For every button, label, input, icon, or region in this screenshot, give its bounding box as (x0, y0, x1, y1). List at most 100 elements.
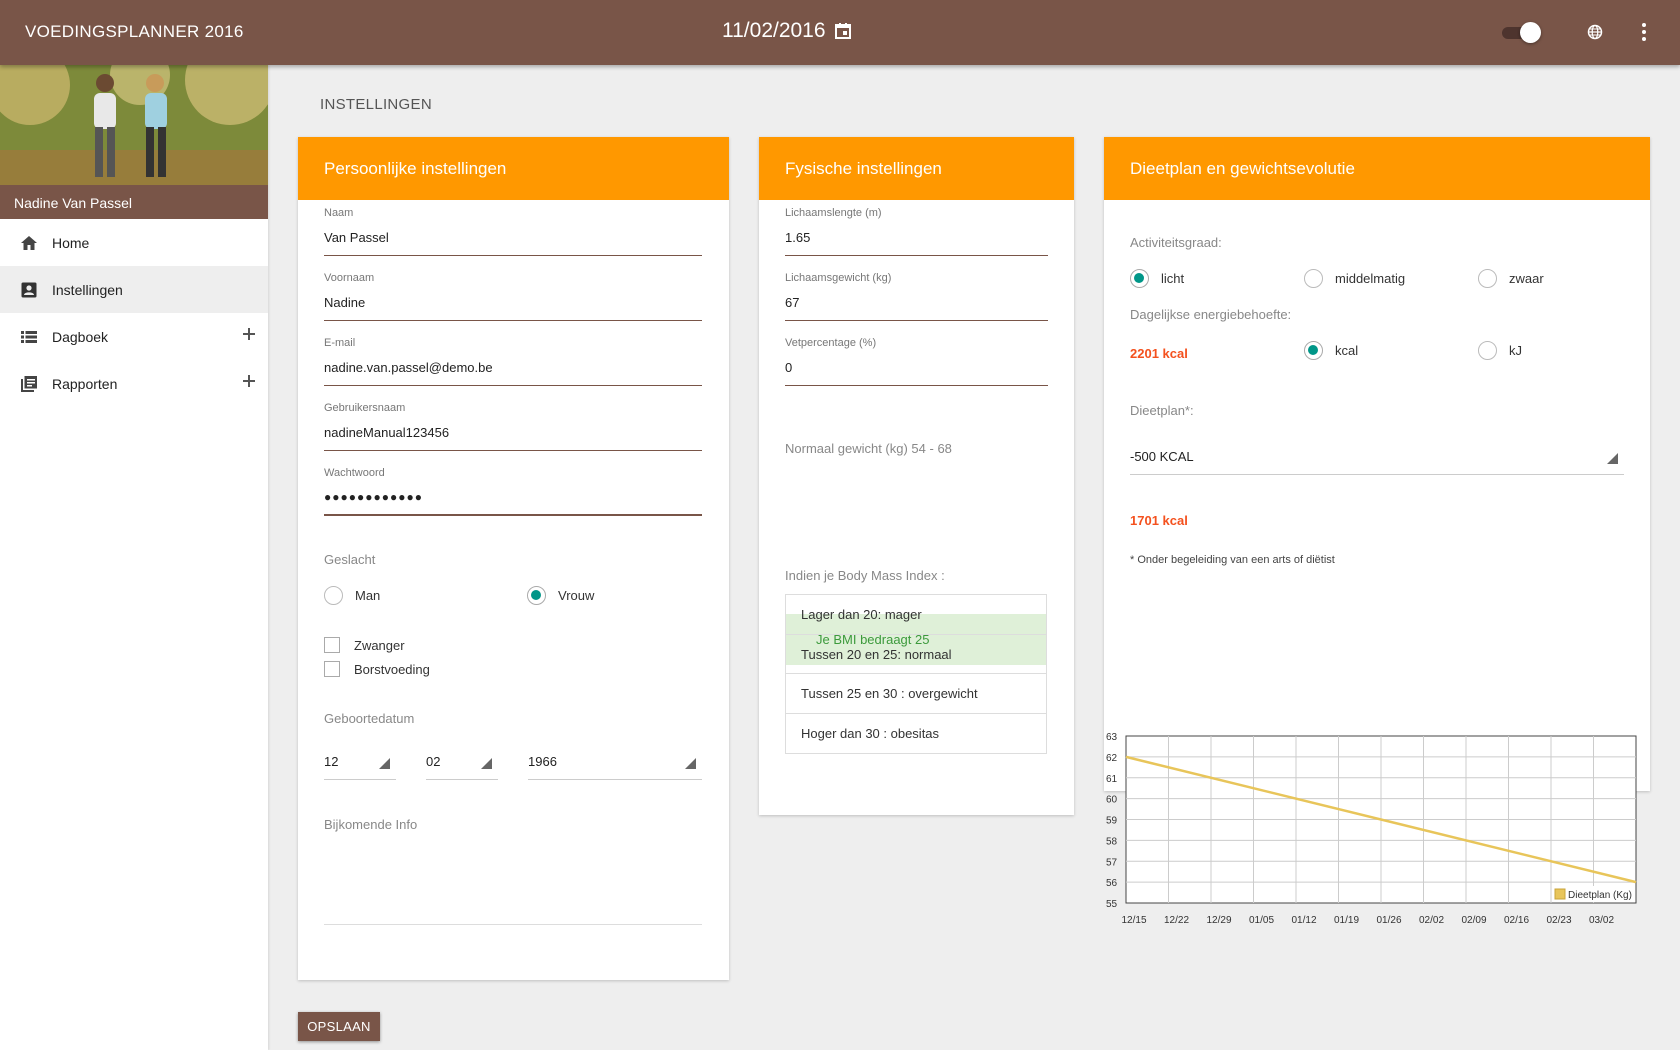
list-item: Lager dan 20: mager (786, 595, 1046, 635)
activity-radio-middelmatig[interactable]: middelmatig (1304, 269, 1405, 288)
field-label: Naam (324, 207, 354, 219)
lastname-input[interactable]: Van Passel (324, 230, 702, 256)
x-tick-label: 02/23 (1546, 915, 1571, 926)
unit-radio-kcal[interactable]: kcal (1304, 341, 1358, 360)
radio-label: kJ (1509, 343, 1522, 358)
y-tick-label: 62 (1106, 753, 1118, 764)
radio-circle[interactable] (527, 586, 546, 605)
dietplan-result: 1701 kcal (1130, 513, 1188, 528)
sidebar-item-label: Instellingen (52, 281, 123, 298)
sidebar-item-dagboek[interactable]: Dagboek (0, 313, 268, 360)
profile-name: Nadine Van Passel (0, 185, 268, 219)
radio-circle[interactable] (1304, 269, 1323, 288)
birth-year-select[interactable]: 1966 (528, 754, 702, 780)
sidebar-item-label: Dagboek (52, 328, 109, 345)
field-label: E-mail (324, 337, 356, 349)
energy-value: 2201 kcal (1130, 346, 1188, 361)
activity-radio-zwaar[interactable]: zwaar (1478, 269, 1544, 288)
activity-radio-licht[interactable]: licht (1130, 269, 1184, 288)
radio-circle[interactable] (1478, 341, 1497, 360)
checkbox-box[interactable] (324, 637, 340, 653)
dietplan-label: Dieetplan*: (1130, 403, 1194, 418)
checkbox-label: Zwanger (354, 637, 405, 653)
weight-field: Lichaamsgewicht (kg) 67 (785, 272, 1048, 321)
globe-icon[interactable] (1587, 24, 1603, 40)
x-tick-label: 02/16 (1504, 915, 1529, 926)
gender-radio-vrouw[interactable]: Vrouw (527, 586, 594, 605)
bmi-intro: Indien je Body Mass Index : (785, 568, 945, 583)
bmi-range-list: Lager dan 20: mager Tussen 20 en 25: nor… (785, 594, 1047, 754)
app-title: VOEDINGSPLANNER 2016 (25, 22, 244, 41)
radio-circle[interactable] (324, 586, 343, 605)
list-item: Hoger dan 30 : obesitas (801, 725, 940, 741)
dietplan-select[interactable]: -500 KCAL (1130, 449, 1624, 475)
extra-info-label: Bijkomende Info (324, 817, 418, 832)
save-button[interactable]: OPSLAAN (298, 1012, 380, 1041)
y-tick-label: 55 (1106, 899, 1118, 910)
x-tick-label: 02/02 (1419, 915, 1444, 926)
radio-label: kcal (1335, 343, 1359, 358)
radio-circle[interactable] (1304, 341, 1323, 360)
current-date[interactable]: 11/02/2016 (722, 19, 826, 43)
username-field: Gebruikersnaam nadineManual123456 (324, 402, 702, 451)
calendar-icon[interactable] (834, 22, 852, 40)
y-tick-label: 60 (1106, 795, 1118, 806)
home-icon (20, 234, 38, 252)
height-input[interactable]: 1.65 (785, 230, 1048, 256)
field-label: Wachtwoord (324, 467, 385, 479)
x-tick-label: 12/15 (1121, 915, 1146, 926)
sidebar-item-home[interactable]: Home (0, 219, 268, 266)
gender-label: Geslacht (324, 552, 376, 567)
y-tick-label: 57 (1106, 857, 1118, 868)
extra-info-textarea[interactable] (324, 837, 702, 925)
dropdown-arrow-icon (685, 758, 696, 769)
radio-circle[interactable] (1478, 269, 1497, 288)
select-value: 1966 (528, 754, 557, 769)
field-label: Voornaam (324, 272, 375, 284)
gender-radio-man[interactable]: Man (324, 586, 380, 605)
password-input[interactable]: ●●●●●●●●●●●● (324, 490, 702, 516)
theme-toggle[interactable] (1500, 22, 1541, 43)
x-tick-label: 01/26 (1376, 915, 1401, 926)
expand-plus-icon[interactable] (242, 374, 256, 388)
checkbox-box[interactable] (324, 661, 340, 677)
radio-label: licht (1161, 271, 1185, 286)
radio-circle[interactable] (1130, 269, 1149, 288)
select-value: 02 (426, 754, 441, 769)
dietplan-footnote: * Onder begeleiding van een arts of diët… (1130, 554, 1335, 566)
x-tick-label: 01/12 (1291, 915, 1316, 926)
weight-input[interactable]: 67 (785, 295, 1048, 321)
x-tick-label: 02/09 (1461, 915, 1486, 926)
sidebar-item-rapporten[interactable]: Rapporten (0, 360, 268, 407)
pregnant-checkbox[interactable]: Zwanger (324, 637, 405, 653)
list-item: Tussen 25 en 30 : overgewicht (786, 674, 1046, 714)
firstname-field: Voornaam Nadine (324, 272, 702, 321)
more-vert-icon[interactable] (1638, 22, 1650, 42)
radio-label: zwaar (1509, 271, 1544, 286)
email-input[interactable]: nadine.van.passel@demo.be (324, 360, 702, 386)
fat-percentage-input[interactable]: 0 (785, 360, 1048, 386)
dropdown-arrow-icon (379, 758, 390, 769)
firstname-input[interactable]: Nadine (324, 295, 702, 321)
card-title: Persoonlijke instellingen (298, 137, 729, 200)
username-input[interactable]: nadineManual123456 (324, 425, 702, 451)
weight-evolution-chart: 55 56 57 58 59 60 61 62 63 12/15 12/22 12/29 01/05 01… (1106, 732, 1637, 926)
radio-label: middelmatig (1335, 271, 1406, 286)
radio-label: Man (355, 588, 381, 603)
y-tick-label: 56 (1106, 878, 1118, 889)
expand-plus-icon[interactable] (242, 327, 256, 341)
normal-weight-text: Normaal gewicht (kg) 54 - 68 (785, 441, 952, 456)
activity-label: Activiteitsgraad: (1130, 235, 1222, 250)
unit-radio-kj[interactable]: kJ (1478, 341, 1522, 360)
sidebar-item-label: Rapporten (52, 375, 118, 392)
birth-day-select[interactable]: 12 (324, 754, 396, 780)
y-tick-label: 63 (1106, 732, 1118, 743)
birth-month-select[interactable]: 02 (426, 754, 498, 780)
y-tick-label: 59 (1106, 816, 1118, 827)
sidebar-item-instellingen[interactable]: Instellingen (0, 266, 268, 313)
page-title: INSTELLINGEN (320, 96, 432, 113)
select-value: -500 KCAL (1130, 449, 1194, 464)
breastfeeding-checkbox[interactable]: Borstvoeding (324, 661, 430, 677)
date-picker[interactable]: 11/02/2016 (722, 19, 852, 43)
list-item: Tussen 20 en 25: normaal (786, 635, 1046, 674)
